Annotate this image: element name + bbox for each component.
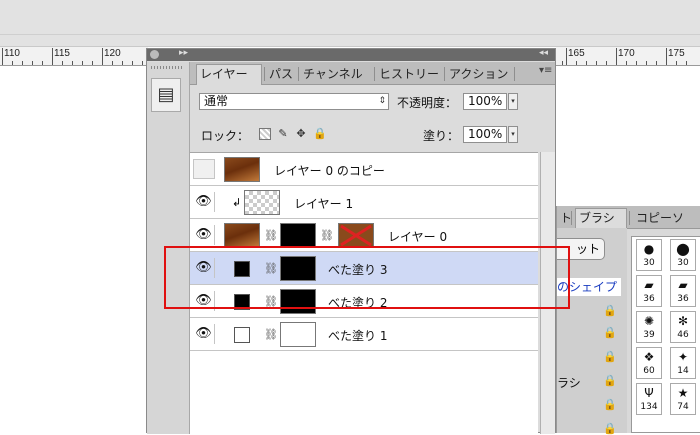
tab-paths[interactable]: パス <box>266 65 296 84</box>
tab-channels[interactable]: チャンネル <box>300 65 372 84</box>
opacity-stepper[interactable]: ▾ <box>508 93 518 110</box>
disabled-mask-thumbnail <box>338 223 374 248</box>
fill-label: 塗り： <box>423 129 460 143</box>
lock-icon: 🔒 <box>603 304 617 317</box>
tab-brush[interactable]: ブラシ <box>575 208 627 229</box>
layer-name: レイヤー 0 <box>388 230 448 244</box>
toolbar-divider <box>0 34 700 35</box>
layer-name: レイヤー 1 <box>294 197 354 211</box>
eye-icon[interactable]: 👁 <box>193 324 215 344</box>
blend-mode-value: 通常 <box>204 94 229 108</box>
brush-preset[interactable]: ★ 74 <box>670 383 696 415</box>
lock-icon: 🔒 <box>603 350 617 363</box>
brush-preset[interactable]: ✦ 14 <box>670 347 696 379</box>
opacity-input[interactable]: 100% <box>463 93 507 110</box>
panel-icon-button[interactable]: ▤ <box>151 78 181 112</box>
close-icon[interactable] <box>150 50 159 59</box>
brush-preset[interactable]: ✺ 39 <box>636 311 662 343</box>
panel-titlebar[interactable]: ▸▸ ◂◂ <box>147 48 555 61</box>
layer-row[interactable]: 👁 ↲ レイヤー 1 <box>190 186 538 219</box>
lock-icon: 🔒 <box>603 398 617 411</box>
ruler-label: 175 <box>668 48 685 59</box>
document-canvas[interactable] <box>0 66 148 433</box>
ruler-label: 115 <box>54 48 70 59</box>
layer-thumbnail <box>244 190 280 215</box>
link-icon: ⛓ <box>264 229 278 242</box>
highlight-annotation <box>164 246 570 309</box>
tab-history[interactable]: ヒストリー <box>376 65 442 84</box>
panel-menu-icon[interactable]: ▾≡ <box>539 65 552 76</box>
tab-layers[interactable]: レイヤー <box>196 64 262 85</box>
clipping-arrow-icon: ↲ <box>232 196 242 209</box>
ruler-label: 170 <box>618 48 635 59</box>
horizontal-ruler-left: 110 115 120 <box>0 47 148 66</box>
collapse-icon[interactable]: ▸▸ <box>179 48 188 58</box>
tab-clone-source[interactable]: コピーソ <box>633 209 700 228</box>
layer-thumbnail <box>224 223 260 248</box>
brush-label: ラシ <box>557 376 581 390</box>
link-icon: ⛓ <box>264 328 278 341</box>
expand-icon[interactable]: ◂◂ <box>539 48 548 58</box>
brush-preset[interactable]: ▰ 36 <box>636 275 662 307</box>
fill-input[interactable]: 100% <box>463 126 507 143</box>
lock-icon: 🔒 <box>603 422 617 435</box>
link-icon: ⛓ <box>320 229 334 242</box>
horizontal-ruler-right: 165 170 175 <box>556 47 700 66</box>
dock-grip[interactable] <box>151 66 183 69</box>
ruler-label: 110 <box>4 48 20 59</box>
lock-icon: 🔒 <box>603 374 617 387</box>
brush-preset[interactable]: ❖ 60 <box>636 347 662 379</box>
lock-all-icon[interactable]: 🔒 <box>313 128 327 140</box>
panel-tabs: レイヤー パス チャンネル ヒストリー アクション <box>190 62 555 85</box>
dropdown-arrow-icon: ⇕ <box>378 96 386 106</box>
brush-preset[interactable]: ● 30 <box>670 239 696 271</box>
tab-partial[interactable]: ト <box>557 209 572 228</box>
brush-panel: ト ブラシ コピーソ ット のシェイプ ラシ 🔒 🔒 🔒 🔒 🔒 🔒 ● 30 ●… <box>556 206 700 435</box>
document-canvas-right[interactable] <box>556 66 700 206</box>
opacity-label: 不透明度： <box>397 96 458 110</box>
brush-preset[interactable]: Ψ 134 <box>636 383 662 415</box>
layer-row[interactable]: レイヤー 0 のコピー <box>190 153 538 186</box>
brush-grid: ● 30 ● 30 ▰ 36 ▰ 36 ✺ 39 ✻ 46 ❖ 60 ✦ 14 Ψ 134 ★ 74 <box>631 236 700 433</box>
layer-name: レイヤー 0 のコピー <box>274 164 385 178</box>
layer-row[interactable]: 👁 ⛓ べた塗り 1 <box>190 318 538 351</box>
layer-thumbnail <box>224 157 260 182</box>
lock-label: ロック： <box>201 129 250 143</box>
eye-icon[interactable]: 👁 <box>193 192 215 212</box>
brush-preset[interactable]: ✻ 46 <box>670 311 696 343</box>
layer-mask-thumbnail <box>280 223 316 248</box>
eye-icon[interactable]: 👁 <box>193 225 215 245</box>
fill-stepper[interactable]: ▾ <box>508 126 518 143</box>
lock-transparency-icon[interactable] <box>259 128 271 140</box>
ruler-label: 165 <box>568 48 585 59</box>
brush-preset[interactable]: ▰ 36 <box>670 275 696 307</box>
brush-preset[interactable]: ● 30 <box>636 239 662 271</box>
lock-icon: 🔒 <box>603 326 617 339</box>
application-bar <box>0 0 700 47</box>
layer-mask-thumbnail <box>280 322 316 347</box>
fill-color-swatch <box>234 327 250 343</box>
layer-name: べた塗り 1 <box>328 329 388 343</box>
tab-actions[interactable]: アクション <box>446 65 512 84</box>
lock-image-brush-icon[interactable]: ✎ <box>277 128 289 140</box>
layers-panel: ▸▸ ◂◂ ▤ レイヤー パス チャンネル ヒストリー アクション ▾≡ 通常 … <box>146 48 556 435</box>
ruler-label: 120 <box>104 48 121 59</box>
brush-panel-tabs: ト ブラシ コピーソ <box>557 206 700 229</box>
blend-mode-select[interactable]: 通常 ⇕ <box>199 93 389 110</box>
visibility-toggle[interactable] <box>193 159 215 179</box>
lock-position-move-icon[interactable]: ✥ <box>295 128 307 140</box>
